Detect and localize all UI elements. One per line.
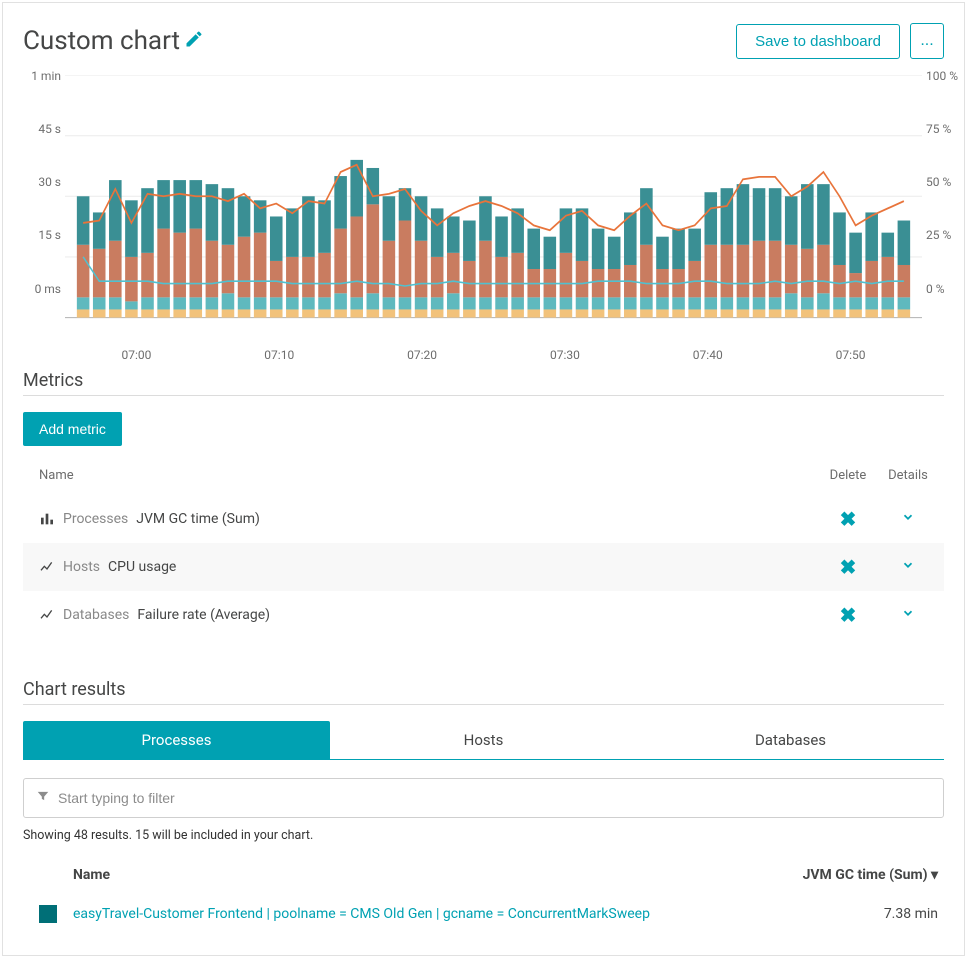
metric-name: JVM GC time (Sum) xyxy=(136,511,260,527)
delete-metric-button[interactable]: ✖ xyxy=(818,555,878,579)
x-tick: 07:40 xyxy=(693,348,723,362)
metrics-col-details: Details xyxy=(878,468,938,483)
edit-title-icon[interactable] xyxy=(184,29,204,54)
metrics-col-delete: Delete xyxy=(818,468,878,483)
expand-metric-button[interactable] xyxy=(878,558,938,576)
tab-processes[interactable]: Processes xyxy=(23,721,330,760)
save-to-dashboard-button[interactable]: Save to dashboard xyxy=(736,24,900,59)
expand-metric-button[interactable] xyxy=(878,606,938,624)
result-name-link[interactable]: easyTravel-Customer Frontend | poolname … xyxy=(73,906,884,922)
y-right-tick: 25 % xyxy=(926,228,967,242)
x-tick: 07:00 xyxy=(121,348,151,362)
add-metric-button[interactable]: Add metric xyxy=(23,412,122,446)
metric-category: Hosts xyxy=(63,559,100,575)
x-tick: 07:30 xyxy=(550,348,580,362)
y-right-tick: 50 % xyxy=(926,175,967,189)
results-col-name: Name xyxy=(73,867,803,883)
more-actions-button[interactable]: ... xyxy=(910,23,944,59)
line-chart-icon xyxy=(39,559,63,575)
metric-row: Hosts CPU usage ✖ xyxy=(23,543,944,591)
result-value: 7.38 min xyxy=(884,906,938,922)
x-tick: 07:10 xyxy=(264,348,294,362)
metric-category: Processes xyxy=(63,511,128,527)
y-right-tick: 100 % xyxy=(926,69,967,83)
chart-svg xyxy=(65,75,922,330)
filter-input[interactable] xyxy=(58,790,931,806)
metric-name: Failure rate (Average) xyxy=(137,607,270,623)
filter-input-container[interactable] xyxy=(23,778,944,818)
y-right-tick: 0 % xyxy=(926,282,967,296)
y-left-tick: 0 ms xyxy=(13,282,61,296)
chart: 1 min 45 s 30 s 15 s 0 ms 100 % 75 % 50 … xyxy=(65,75,922,330)
line-chart-icon xyxy=(39,607,63,623)
metrics-col-name: Name xyxy=(39,468,818,483)
metric-row: Databases Failure rate (Average) ✖ xyxy=(23,591,944,639)
results-summary: Showing 48 results. 15 will be included … xyxy=(23,828,944,843)
chart-results-heading: Chart results xyxy=(23,679,944,705)
series-color-swatch xyxy=(39,905,57,923)
y-left-tick: 45 s xyxy=(13,122,61,136)
delete-metric-button[interactable]: ✖ xyxy=(818,507,878,531)
metric-row: Processes JVM GC time (Sum) ✖ xyxy=(23,495,944,543)
x-tick: 07:20 xyxy=(407,348,437,362)
y-left-tick: 1 min xyxy=(13,69,61,83)
header: Custom chart Save to dashboard ... xyxy=(23,23,944,59)
metric-category: Databases xyxy=(63,607,129,623)
expand-metric-button[interactable] xyxy=(878,510,938,528)
x-tick: 07:50 xyxy=(836,348,866,362)
filter-icon xyxy=(36,789,50,807)
result-row: easyTravel-Customer Frontend | poolname … xyxy=(23,893,944,935)
delete-metric-button[interactable]: ✖ xyxy=(818,603,878,627)
y-left-tick: 15 s xyxy=(13,228,61,242)
tab-hosts[interactable]: Hosts xyxy=(330,721,637,760)
page-title: Custom chart xyxy=(23,26,204,56)
metrics-heading: Metrics xyxy=(23,370,944,396)
bar-chart-icon xyxy=(39,511,63,527)
page-title-text: Custom chart xyxy=(23,26,180,56)
results-tabs: ProcessesHostsDatabases xyxy=(23,721,944,760)
metric-name: CPU usage xyxy=(108,559,176,575)
y-left-tick: 30 s xyxy=(13,175,61,189)
metrics-table: Name Delete Details Processes JVM GC time… xyxy=(23,468,944,639)
results-col-value[interactable]: JVM GC time (Sum) ▾ xyxy=(803,867,938,883)
y-right-tick: 75 % xyxy=(926,122,967,136)
tab-databases[interactable]: Databases xyxy=(637,721,944,760)
